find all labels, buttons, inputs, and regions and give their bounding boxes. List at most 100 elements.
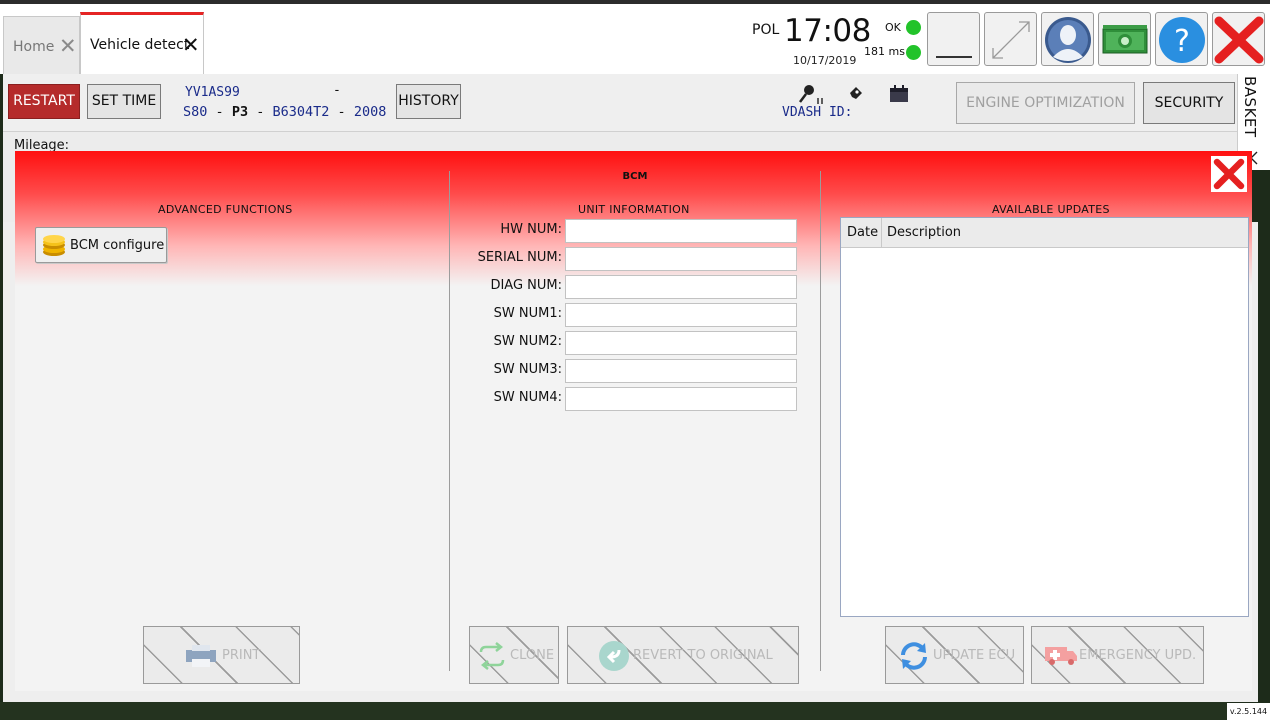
separator: - bbox=[215, 104, 224, 120]
field-row-sw-num4: SW NUM4: bbox=[455, 387, 805, 411]
emergency-update-label: EMERGENCY UPD. bbox=[1079, 648, 1197, 663]
vehicle-info-bar: RESTART SET TIME YV1AS99 - S80 - P3 - B6… bbox=[3, 74, 1237, 132]
maximize-button[interactable] bbox=[984, 12, 1037, 66]
bcm-configure-label: BCM configure bbox=[70, 238, 165, 253]
vehicle-platform: P3 bbox=[231, 104, 249, 120]
set-time-button[interactable]: SET TIME bbox=[87, 84, 161, 119]
dialog-title: BCM bbox=[622, 171, 648, 182]
clone-button[interactable]: CLONE bbox=[469, 626, 559, 684]
table-header: Date Description bbox=[841, 218, 1248, 248]
emergency-update-button[interactable]: EMERGENCY UPD. bbox=[1031, 626, 1204, 684]
top-bar: Home ✕ Vehicle detect ✕ POL 17:08 10/17/… bbox=[0, 0, 1270, 74]
ambulance-icon bbox=[1045, 647, 1077, 665]
clone-label: CLONE bbox=[510, 648, 555, 663]
connection-status-dot-icon bbox=[906, 20, 921, 35]
ping-value: 181 ms bbox=[864, 45, 905, 58]
engine-optimization-button[interactable]: ENGINE OPTIMIZATION bbox=[956, 82, 1135, 124]
version-label: v.2.5.144 bbox=[1227, 703, 1270, 720]
updates-table[interactable]: Date Description bbox=[840, 217, 1249, 617]
diag-num-field[interactable] bbox=[565, 275, 797, 299]
basket-label: BASKET bbox=[1241, 76, 1259, 138]
window-top-edge bbox=[0, 0, 1270, 4]
minimize-button[interactable] bbox=[927, 12, 980, 66]
close-icon bbox=[1214, 16, 1264, 64]
tab-home-label: Home bbox=[13, 39, 55, 55]
clock-date: 10/17/2019 bbox=[793, 54, 857, 67]
update-ecu-button[interactable]: UPDATE ECU bbox=[885, 626, 1024, 684]
vin-suffix: - bbox=[333, 83, 341, 98]
print-label: PRINT bbox=[222, 648, 261, 663]
clock-time: 17:08 bbox=[784, 13, 871, 49]
sw-num3-label: SW NUM3: bbox=[493, 362, 562, 377]
bcm-dialog: BCM ADVANCED FUNCTIONS BCM configure UNI… bbox=[15, 151, 1252, 691]
printer-icon bbox=[186, 645, 216, 667]
separator: - bbox=[256, 104, 265, 120]
column-header-description[interactable]: Description bbox=[887, 225, 961, 240]
field-row-diag-num: DIAG NUM: bbox=[455, 275, 805, 299]
sw-num4-field[interactable] bbox=[565, 387, 797, 411]
language-indicator[interactable]: POL bbox=[752, 22, 779, 38]
print-button[interactable]: PRINT bbox=[143, 626, 300, 684]
ping-status-dot-icon bbox=[906, 45, 921, 60]
tab-vehicle-detect-close-icon[interactable]: ✕ bbox=[182, 34, 200, 56]
column-separator bbox=[881, 218, 882, 248]
key-icon bbox=[799, 85, 823, 104]
history-button[interactable]: HISTORY bbox=[396, 84, 461, 119]
field-row-hw-num: HW NUM: bbox=[455, 219, 805, 243]
hw-num-field[interactable] bbox=[565, 219, 797, 243]
exit-app-button[interactable] bbox=[1212, 12, 1265, 66]
field-row-sw-num2: SW NUM2: bbox=[455, 331, 805, 355]
refresh-icon bbox=[901, 642, 927, 670]
hw-num-label: HW NUM: bbox=[500, 222, 562, 237]
sw-num3-field[interactable] bbox=[565, 359, 797, 383]
key-tag-icon bbox=[846, 87, 862, 103]
vehicle-model: S80 bbox=[183, 104, 208, 120]
user-profile-button[interactable] bbox=[1041, 12, 1094, 66]
close-icon bbox=[1213, 158, 1245, 190]
serial-num-field[interactable] bbox=[565, 247, 797, 271]
column-divider bbox=[820, 171, 821, 671]
maximize-icon bbox=[992, 21, 1030, 59]
sw-num1-field[interactable] bbox=[565, 303, 797, 327]
dialog-close-button[interactable] bbox=[1211, 156, 1247, 192]
diag-num-label: DIAG NUM: bbox=[490, 278, 562, 293]
sw-num4-label: SW NUM4: bbox=[493, 390, 562, 405]
restart-button[interactable]: RESTART bbox=[8, 84, 80, 119]
svg-text:?: ? bbox=[1174, 24, 1190, 59]
credits-button[interactable] bbox=[1098, 12, 1151, 66]
unit-information-title: UNIT INFORMATION bbox=[578, 203, 690, 216]
field-row-sw-num1: SW NUM1: bbox=[455, 303, 805, 327]
revert-to-original-button[interactable]: REVERT TO ORIGINAL bbox=[567, 626, 799, 684]
tab-home[interactable]: Home ✕ bbox=[3, 16, 80, 74]
field-row-serial-num: SERIAL NUM: bbox=[455, 247, 805, 271]
connection-status: OK bbox=[885, 21, 901, 34]
coins-icon bbox=[43, 235, 65, 256]
sw-num2-field[interactable] bbox=[565, 331, 797, 355]
help-icon: ? bbox=[1159, 17, 1205, 63]
vehicle-model-line: S80 - P3 - B6304T2 - 2008 bbox=[183, 104, 386, 120]
vehicle-year: 2008 bbox=[353, 104, 387, 120]
column-header-date[interactable]: Date bbox=[847, 225, 878, 240]
bcm-configure-button[interactable]: BCM configure bbox=[35, 227, 167, 263]
available-updates-title: AVAILABLE UPDATES bbox=[992, 203, 1110, 216]
advanced-functions-title: ADVANCED FUNCTIONS bbox=[158, 203, 293, 216]
tab-vehicle-detect[interactable]: Vehicle detect ✕ bbox=[80, 12, 204, 74]
security-button[interactable]: SECURITY bbox=[1143, 82, 1235, 124]
field-row-sw-num3: SW NUM3: bbox=[455, 359, 805, 383]
user-icon bbox=[1045, 17, 1091, 63]
tab-vehicle-detect-label: Vehicle detect bbox=[90, 37, 190, 53]
minimize-icon bbox=[936, 56, 972, 58]
calendar-icon bbox=[890, 85, 908, 102]
desktop-background-strip bbox=[0, 702, 1227, 720]
money-icon bbox=[1102, 25, 1148, 54]
tab-home-close-icon[interactable]: ✕ bbox=[59, 35, 77, 57]
revert-to-original-label: REVERT TO ORIGINAL bbox=[633, 648, 773, 663]
vin-number: YV1AS99 bbox=[185, 85, 240, 100]
revert-icon bbox=[599, 641, 629, 671]
update-ecu-label: UPDATE ECU bbox=[933, 648, 1016, 663]
vdash-id-label: VDASH ID: bbox=[782, 105, 853, 120]
swap-arrows-icon bbox=[479, 642, 505, 670]
sw-num1-label: SW NUM1: bbox=[493, 306, 562, 321]
help-button[interactable]: ? bbox=[1155, 12, 1208, 66]
vehicle-engine: B6304T2 bbox=[272, 104, 330, 120]
